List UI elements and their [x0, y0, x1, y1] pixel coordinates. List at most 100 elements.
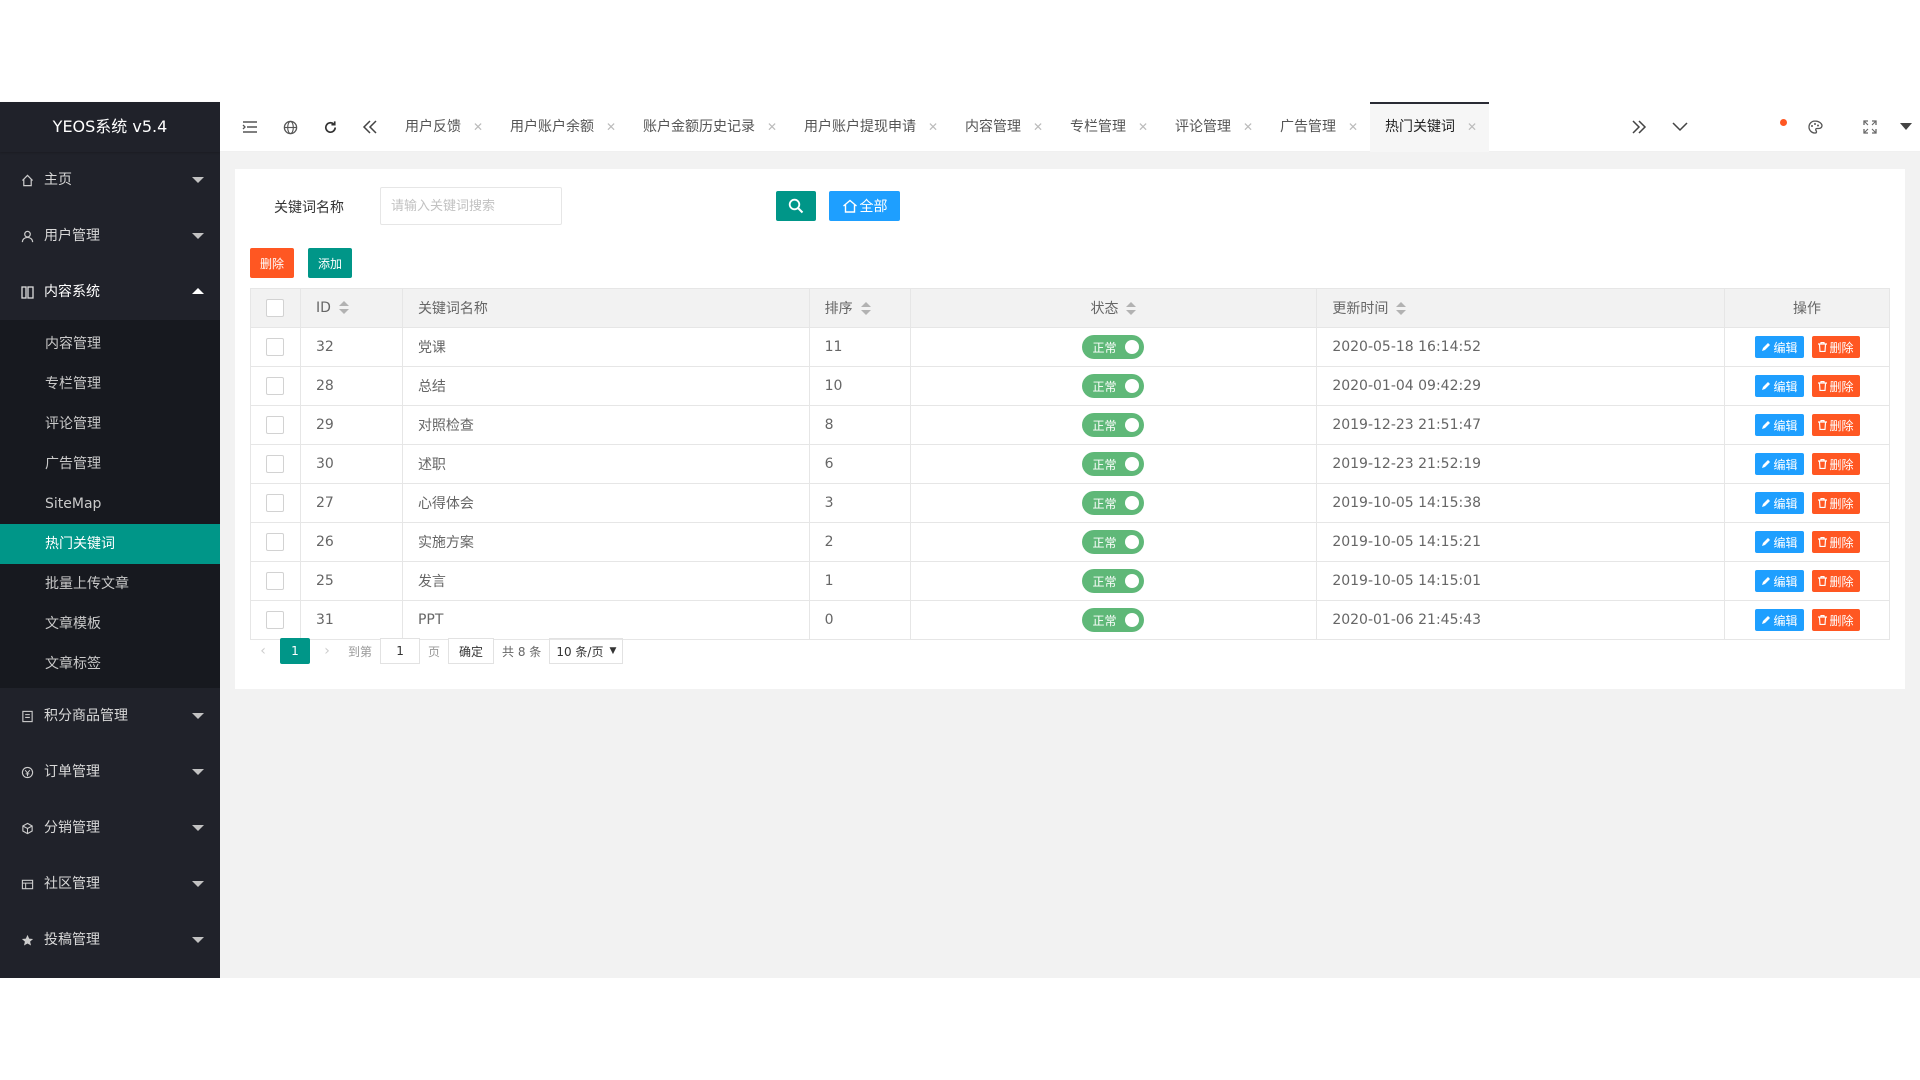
show-all-button[interactable]: 全部	[829, 191, 900, 221]
globe-icon[interactable]	[270, 102, 310, 152]
menu-toggle-icon[interactable]	[230, 102, 270, 152]
sidebar-subitem[interactable]: 批量上传文章	[0, 564, 220, 604]
row-checkbox[interactable]	[266, 494, 285, 512]
batch-delete-button[interactable]: 删除	[250, 248, 294, 278]
edit-button[interactable]: 编辑	[1754, 609, 1804, 631]
row-checkbox[interactable]	[266, 533, 285, 551]
sidebar-subitem[interactable]: 文章模板	[0, 604, 220, 644]
status-toggle[interactable]: 正常	[1082, 530, 1145, 554]
keyword-search-input[interactable]	[380, 187, 562, 225]
sidebar-subitem[interactable]: 文章标签	[0, 644, 220, 684]
page-size-select[interactable]: 10 条/页 ▼	[549, 638, 624, 664]
sidebar-subitem[interactable]: SiteMap	[0, 484, 220, 524]
delete-button[interactable]: 删除	[1811, 492, 1860, 514]
sort-icon[interactable]	[1396, 302, 1407, 316]
sidebar-item-distribution[interactable]: 分销管理	[0, 800, 220, 856]
sidebar-subitem[interactable]: 专栏管理	[0, 364, 220, 404]
row-checkbox[interactable]	[266, 338, 285, 356]
page-current[interactable]: 1	[280, 638, 310, 664]
page-tab[interactable]: 广告管理 ✕	[1265, 102, 1370, 152]
close-icon[interactable]: ✕	[1138, 102, 1148, 152]
sidebar-item-user[interactable]: 用户管理	[0, 208, 220, 264]
close-icon[interactable]: ✕	[606, 102, 616, 152]
page-tab[interactable]: 用户账户余额 ✕	[495, 102, 628, 152]
sidebar-item-points[interactable]: 积分商品管理	[0, 688, 220, 744]
close-icon[interactable]: ✕	[1243, 102, 1253, 152]
edit-button[interactable]: 编辑	[1754, 492, 1804, 514]
app-logo[interactable]: YEOS系统 v5.4	[0, 102, 220, 152]
sidebar-subitem[interactable]: 热门关键词	[0, 524, 220, 564]
page-tab[interactable]: 热门关键词 ✕	[1370, 102, 1489, 152]
row-checkbox[interactable]	[266, 572, 285, 590]
close-icon[interactable]: ✕	[928, 102, 938, 152]
edit-button[interactable]: 编辑	[1754, 414, 1804, 436]
sidebar-item-star[interactable]: 投稿管理	[0, 912, 220, 968]
status-toggle[interactable]: 正常	[1082, 413, 1145, 437]
delete-button[interactable]: 删除	[1811, 570, 1860, 592]
add-keyword-button[interactable]: 添加	[308, 248, 352, 278]
page-tab[interactable]: 内容管理 ✕	[950, 102, 1055, 152]
select-all-checkbox[interactable]	[266, 299, 285, 317]
total-count: 共 8 条	[502, 644, 542, 659]
delete-button[interactable]: 删除	[1811, 375, 1860, 397]
header-status[interactable]: 状态	[909, 288, 1318, 328]
row-checkbox[interactable]	[266, 416, 285, 434]
page-tab[interactable]: 用户账户提现申请 ✕	[789, 102, 950, 152]
cell-id: 27	[299, 483, 403, 523]
sidebar-item-order[interactable]: 订单管理	[0, 744, 220, 800]
page-tab[interactable]: 评论管理 ✕	[1160, 102, 1265, 152]
search-button[interactable]	[776, 191, 816, 221]
status-toggle[interactable]: 正常	[1082, 452, 1145, 476]
edit-button[interactable]: 编辑	[1754, 570, 1804, 592]
sidebar-subitem[interactable]: 评论管理	[0, 404, 220, 444]
sort-icon[interactable]	[860, 302, 871, 316]
page-number-input[interactable]	[380, 638, 421, 664]
refresh-icon[interactable]	[310, 102, 350, 152]
edit-button[interactable]: 编辑	[1754, 453, 1804, 475]
content-icon	[19, 264, 35, 320]
delete-button[interactable]: 删除	[1811, 336, 1860, 358]
header-updated[interactable]: 更新时间	[1316, 288, 1726, 328]
delete-button[interactable]: 删除	[1811, 453, 1860, 475]
status-toggle[interactable]: 正常	[1082, 374, 1145, 398]
delete-button[interactable]: 删除	[1811, 609, 1860, 631]
close-icon[interactable]: ✕	[1033, 102, 1043, 152]
close-icon[interactable]: ✕	[473, 102, 483, 152]
sidebar-item-community[interactable]: 社区管理	[0, 856, 220, 912]
page-tab[interactable]: 用户反馈 ✕	[390, 102, 495, 152]
edit-button[interactable]: 编辑	[1754, 375, 1804, 397]
close-icon[interactable]: ✕	[767, 102, 777, 152]
user-dropdown-icon[interactable]	[1892, 102, 1920, 152]
delete-button[interactable]: 删除	[1811, 414, 1860, 436]
edit-button[interactable]: 编辑	[1754, 531, 1804, 553]
sort-icon[interactable]	[1126, 302, 1137, 316]
status-toggle[interactable]: 正常	[1082, 491, 1145, 515]
sort-icon[interactable]	[338, 301, 349, 315]
edit-button[interactable]: 编辑	[1754, 336, 1804, 358]
sidebar-item-home[interactable]: 主页	[0, 152, 220, 208]
page-tab[interactable]: 专栏管理 ✕	[1055, 102, 1160, 152]
fullscreen-icon[interactable]	[1850, 102, 1890, 152]
theme-palette-icon[interactable]	[1795, 102, 1835, 152]
close-icon[interactable]: ✕	[1348, 102, 1358, 152]
close-icon[interactable]: ✕	[1467, 104, 1477, 150]
sidebar-item-content-system[interactable]: 内容系统	[0, 264, 220, 320]
sidebar-subitem[interactable]: 广告管理	[0, 444, 220, 484]
tabs-dropdown-icon[interactable]	[1660, 102, 1700, 152]
row-checkbox[interactable]	[266, 611, 285, 629]
tabs-scroll-left-icon[interactable]	[350, 102, 390, 152]
header-id[interactable]: ID	[299, 288, 403, 328]
row-checkbox[interactable]	[266, 455, 285, 473]
delete-button[interactable]: 删除	[1811, 531, 1860, 553]
prev-page-icon[interactable]: ‹	[250, 643, 276, 659]
status-toggle[interactable]: 正常	[1082, 335, 1145, 359]
row-checkbox[interactable]	[266, 377, 285, 395]
header-sort[interactable]: 排序	[808, 288, 911, 328]
status-toggle[interactable]: 正常	[1082, 608, 1145, 632]
status-toggle[interactable]: 正常	[1082, 569, 1145, 593]
sidebar-subitem[interactable]: 内容管理	[0, 324, 220, 364]
goto-confirm-button[interactable]: 确定	[448, 638, 495, 664]
next-page-icon[interactable]: ›	[314, 643, 340, 659]
page-tab[interactable]: 账户金额历史记录 ✕	[628, 102, 789, 152]
tabs-scroll-right-icon[interactable]	[1619, 102, 1659, 152]
